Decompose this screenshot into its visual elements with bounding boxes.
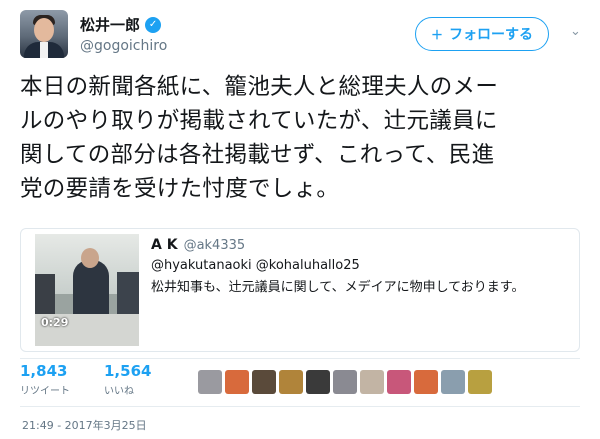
liker-avatar[interactable] (441, 370, 465, 394)
retweet-count: 1,843 (20, 362, 68, 380)
retweet-stat[interactable]: 1,843 リツイート (20, 362, 70, 397)
video-duration: 0:29 (41, 316, 69, 329)
liker-avatar[interactable] (333, 370, 357, 394)
tweet-header: 松井一郎 ✓ @gogoichiro ＋ フォローする ⌄ (20, 10, 585, 62)
quoted-author-handle[interactable]: @ak4335 (184, 238, 246, 253)
person-add-icon: ＋ (430, 27, 443, 42)
liker-avatar[interactable] (414, 370, 438, 394)
liker-avatar[interactable] (198, 370, 222, 394)
video-person-center (73, 260, 109, 320)
quoted-video-thumbnail[interactable]: 0:29 (35, 234, 139, 346)
video-person-head (81, 248, 99, 268)
quoted-text: 松井知事も、辻元議員に関して、メデイアに物申しております。 (151, 280, 525, 295)
liker-avatar[interactable] (279, 370, 303, 394)
retweet-label: リツイート (20, 386, 70, 397)
quoted-mentions: @hyakutanaoki @kohaluhallo25 (151, 258, 360, 273)
tweet-timestamp[interactable]: 21:49 - 2017年3月25日 (22, 417, 147, 433)
like-stat[interactable]: 1,564 いいね (104, 362, 151, 397)
tweet-stats: 1,843 リツイート 1,564 いいね (20, 360, 580, 404)
follow-button-label: フォローする (449, 27, 533, 43)
avatar[interactable] (20, 10, 68, 58)
liker-avatar[interactable] (306, 370, 330, 394)
liker-avatar[interactable] (468, 370, 492, 394)
follow-button[interactable]: ＋ フォローする (415, 17, 549, 51)
chevron-down-icon[interactable]: ⌄ (570, 24, 581, 39)
tweet-line: 関しての部分は各社掲載せず、これって、民進 (20, 142, 495, 168)
divider (20, 406, 580, 407)
avatar-face (34, 18, 54, 42)
liker-avatars (198, 370, 492, 394)
liker-avatar[interactable] (360, 370, 384, 394)
liker-avatar[interactable] (252, 370, 276, 394)
verified-icon: ✓ (145, 16, 162, 33)
tweet-text: 本日の新聞各紙に、籠池夫人と総理夫人のメー ルのやり取りが掲載されていたが、辻元… (20, 70, 580, 206)
liker-avatar[interactable] (387, 370, 411, 394)
divider (20, 358, 580, 359)
quoted-author-name[interactable]: A K (151, 237, 178, 253)
avatar-shirt (40, 42, 48, 58)
tweet-line: 本日の新聞各紙に、籠池夫人と総理夫人のメー (20, 74, 499, 100)
quoted-tweet[interactable]: 0:29 A K @ak4335 @hyakutanaoki @kohaluha… (20, 228, 580, 352)
quoted-author: A K @ak4335 (151, 237, 245, 253)
user-handle[interactable]: @gogoichiro (80, 38, 167, 54)
liker-avatar[interactable] (225, 370, 249, 394)
like-count: 1,564 (104, 362, 152, 380)
tweet-line: ルのやり取りが掲載されていたが、辻元議員に (20, 108, 498, 134)
tweet-line: 党の要請を受けた忖度でしょ。 (20, 176, 340, 202)
name-row: 松井一郎 ✓ (80, 14, 162, 35)
display-name[interactable]: 松井一郎 (80, 14, 140, 35)
like-label: いいね (104, 386, 134, 397)
